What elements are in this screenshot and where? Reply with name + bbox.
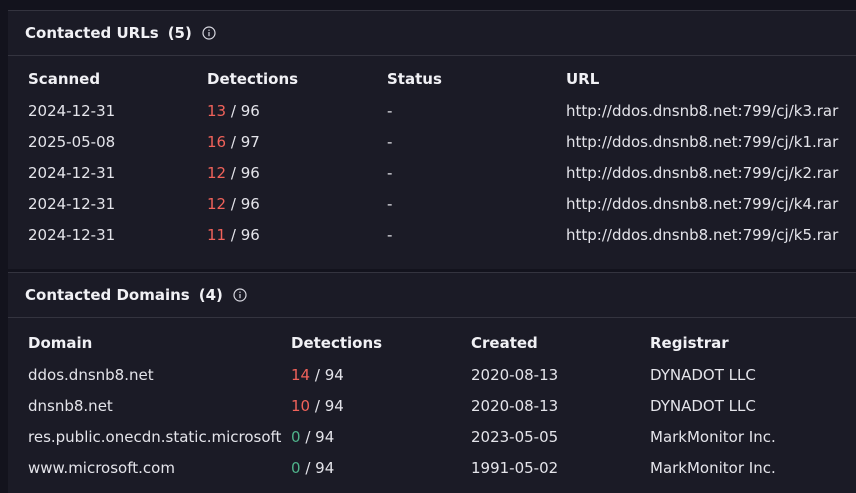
domain-link[interactable]: dnsnb8.net	[28, 390, 291, 421]
detections-total: / 96	[230, 194, 260, 213]
detections-cell[interactable]: 12 / 96	[207, 157, 387, 188]
table-row[interactable]: 2024-12-31 13 / 96 - http://ddos.dnsnb8.…	[28, 95, 846, 126]
detections-total: / 97	[230, 132, 260, 151]
created-date: 2020-08-13	[471, 396, 559, 415]
scanned-date: 2024-12-31	[28, 194, 116, 213]
detections-positive: 0	[291, 427, 301, 446]
table-header-row: Scanned Detections Status URL	[28, 63, 846, 95]
contacted-urls-title: Contacted URLs	[25, 24, 159, 42]
detections-positive: 16	[207, 132, 227, 151]
table-row[interactable]: 2024-12-31 12 / 96 - http://ddos.dnsnb8.…	[28, 157, 846, 188]
registrar-name: DYNADOT LLC	[650, 396, 756, 415]
table-row[interactable]: 2024-12-31 11 / 96 - http://ddos.dnsnb8.…	[28, 219, 846, 250]
column-header-domain[interactable]: Domain	[28, 327, 291, 359]
url-link[interactable]: http://ddos.dnsnb8.net:799/cj/k2.rar	[566, 157, 846, 188]
contacted-domains-count: (4)	[198, 286, 223, 304]
created-date: 2023-05-05	[471, 427, 559, 446]
status-cell: -	[387, 132, 393, 151]
created-date: 2020-08-13	[471, 365, 559, 384]
detections-total: / 96	[230, 163, 260, 182]
detections-cell[interactable]: 14 / 94	[291, 359, 471, 390]
table-row[interactable]: ddos.dnsnb8.net 14 / 94 2020-08-13 DYNAD…	[28, 359, 830, 390]
status-cell: -	[387, 163, 393, 182]
column-header-registrar[interactable]: Registrar	[650, 327, 830, 359]
detections-positive: 11	[207, 225, 227, 244]
detections-cell[interactable]: 11 / 96	[207, 219, 387, 250]
column-header-status[interactable]: Status	[387, 63, 566, 95]
table-row[interactable]: res.public.onecdn.static.microsoft 0 / 9…	[28, 421, 830, 452]
column-header-url[interactable]: URL	[566, 63, 846, 95]
detections-total: / 96	[230, 225, 260, 244]
detections-cell[interactable]: 10 / 94	[291, 390, 471, 421]
contacted-urls-card: Contacted URLs (5) Scanned Detections St…	[8, 10, 856, 269]
detections-total: / 94	[314, 365, 344, 384]
registrar-name: MarkMonitor Inc.	[650, 427, 776, 446]
registrar-name: DYNADOT LLC	[650, 365, 756, 384]
contacted-domains-table: Domain Detections Created Registrar ddos…	[28, 327, 830, 483]
detections-positive: 0	[291, 458, 301, 477]
created-date: 1991-05-02	[471, 458, 559, 477]
contacted-urls-table: Scanned Detections Status URL 2024-12-31…	[28, 63, 846, 250]
column-header-scanned[interactable]: Scanned	[28, 63, 207, 95]
detections-cell[interactable]: 0 / 94	[291, 421, 471, 452]
detections-total: / 94	[305, 458, 335, 477]
table-row[interactable]: 2025-05-08 16 / 97 - http://ddos.dnsnb8.…	[28, 126, 846, 157]
column-header-detections[interactable]: Detections	[207, 63, 387, 95]
table-row[interactable]: dnsnb8.net 10 / 94 2020-08-13 DYNADOT LL…	[28, 390, 830, 421]
column-header-detections[interactable]: Detections	[291, 327, 471, 359]
detections-cell[interactable]: 0 / 94	[291, 452, 471, 483]
contacted-domains-title: Contacted Domains	[25, 286, 190, 304]
scanned-date: 2025-05-08	[28, 132, 116, 151]
scanned-date: 2024-12-31	[28, 101, 116, 120]
table-row[interactable]: www.microsoft.com 0 / 94 1991-05-02 Mark…	[28, 452, 830, 483]
scanned-date: 2024-12-31	[28, 163, 116, 182]
url-link[interactable]: http://ddos.dnsnb8.net:799/cj/k4.rar	[566, 188, 846, 219]
info-icon[interactable]	[233, 288, 247, 302]
contacted-domains-card: Contacted Domains (4) Domain Detections …	[8, 272, 856, 493]
status-cell: -	[387, 194, 393, 213]
table-row[interactable]: 2024-12-31 12 / 96 - http://ddos.dnsnb8.…	[28, 188, 846, 219]
detections-total: / 96	[230, 101, 260, 120]
column-header-created[interactable]: Created	[471, 327, 650, 359]
detections-total: / 94	[314, 396, 344, 415]
detections-positive: 14	[291, 365, 311, 384]
contacted-urls-header: Contacted URLs (5)	[8, 11, 856, 56]
status-cell: -	[387, 101, 393, 120]
table-header-row: Domain Detections Created Registrar	[28, 327, 830, 359]
contacted-domains-header: Contacted Domains (4)	[8, 273, 856, 318]
domain-link[interactable]: www.microsoft.com	[28, 452, 291, 483]
domain-link[interactable]: res.public.onecdn.static.microsoft	[28, 421, 291, 452]
detections-total: / 94	[305, 427, 335, 446]
url-link[interactable]: http://ddos.dnsnb8.net:799/cj/k3.rar	[566, 95, 846, 126]
registrar-name: MarkMonitor Inc.	[650, 458, 776, 477]
detections-cell[interactable]: 16 / 97	[207, 126, 387, 157]
info-icon[interactable]	[202, 26, 216, 40]
detections-positive: 13	[207, 101, 227, 120]
domain-link[interactable]: ddos.dnsnb8.net	[28, 359, 291, 390]
detections-positive: 10	[291, 396, 311, 415]
detections-cell[interactable]: 12 / 96	[207, 188, 387, 219]
url-link[interactable]: http://ddos.dnsnb8.net:799/cj/k1.rar	[566, 126, 846, 157]
detections-positive: 12	[207, 194, 227, 213]
contacted-urls-count: (5)	[167, 24, 192, 42]
status-cell: -	[387, 225, 393, 244]
url-link[interactable]: http://ddos.dnsnb8.net:799/cj/k5.rar	[566, 219, 846, 250]
detections-cell[interactable]: 13 / 96	[207, 95, 387, 126]
scanned-date: 2024-12-31	[28, 225, 116, 244]
detections-positive: 12	[207, 163, 227, 182]
